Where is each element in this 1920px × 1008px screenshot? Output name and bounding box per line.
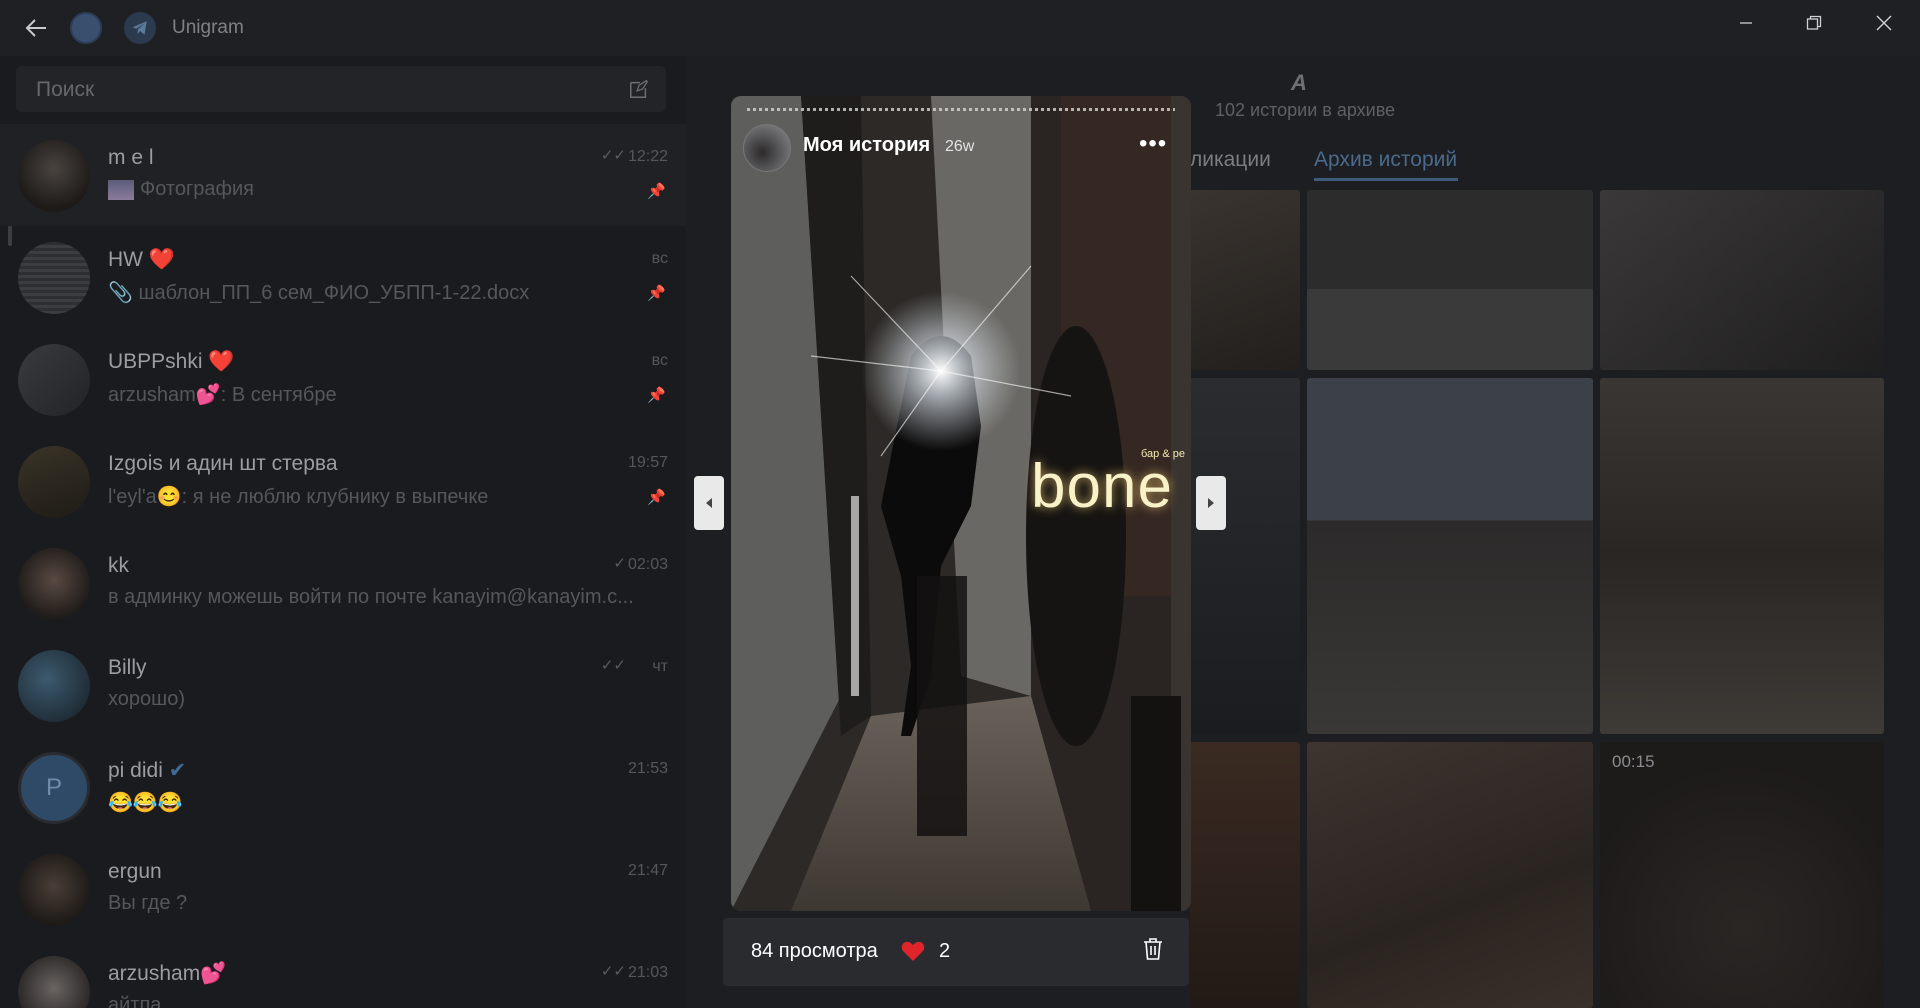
archive-icon: A	[1291, 70, 1307, 95]
heart-icon	[901, 940, 925, 967]
avatar	[18, 446, 90, 518]
delete-icon[interactable]	[1141, 936, 1165, 967]
chat-time: 21:53	[627, 760, 668, 777]
read-check-icon: ✓✓	[600, 963, 626, 980]
story-title: Моя история	[803, 134, 931, 156]
chat-item[interactable]: kk в админку можешь войти по почте kanay…	[0, 532, 686, 634]
read-check-icon: ✓✓	[600, 657, 626, 674]
chat-preview: arzusham💕: В сентябре	[108, 384, 337, 406]
chat-name: Billy	[108, 656, 147, 679]
restore-button[interactable]	[1780, 0, 1848, 46]
chat-name: Izgois и адин шт стерва	[108, 452, 338, 475]
archive-thumb[interactable]	[1307, 742, 1593, 1008]
chat-time: чт	[652, 658, 668, 675]
pin-icon: 📌	[647, 489, 666, 506]
tab-publications[interactable]: ликации	[1190, 148, 1271, 172]
avatar: P	[18, 752, 90, 824]
chat-name: pi didi ✔	[108, 759, 187, 782]
chat-item[interactable]: arzusham💕 айтпа ✓✓ 21:03	[0, 940, 686, 1008]
chat-preview: 📎 шаблон_ПП_6 сем_ФИО_УБПП-1-22.docx	[108, 282, 530, 304]
avatar	[18, 854, 90, 926]
chevron-left-icon	[706, 498, 712, 508]
avatar	[18, 650, 90, 722]
close-button[interactable]	[1850, 0, 1918, 46]
chat-preview: айтпа	[108, 994, 162, 1008]
chat-item[interactable]: ergun Вы где ? 21:47	[0, 838, 686, 940]
avatar	[18, 956, 90, 1008]
archive-thumb[interactable]	[1190, 742, 1300, 1008]
chat-name: m e l	[108, 146, 154, 169]
avatar	[743, 124, 791, 172]
video-duration: 00:15	[1612, 752, 1655, 771]
views-count[interactable]: 84 просмотра	[751, 940, 878, 963]
avatar	[18, 548, 90, 620]
photo-thumb-icon	[108, 179, 134, 200]
story-footer: 84 просмотра 2	[723, 918, 1189, 986]
chat-name: UBPPshki ❤️	[108, 350, 235, 373]
chat-time: 02:03	[627, 556, 668, 573]
chat-preview: в админку можешь войти по почте kanayim@…	[108, 586, 634, 608]
avatar	[18, 344, 90, 416]
archive-video-thumb[interactable]	[1600, 742, 1884, 1008]
chat-preview: хорошо)	[108, 688, 185, 710]
next-story-button[interactable]	[1196, 476, 1226, 530]
chat-time: вс	[651, 250, 668, 267]
chat-time: 12:22	[627, 148, 668, 165]
chat-name: ergun	[108, 860, 162, 883]
pin-icon: 📌	[647, 387, 666, 404]
chat-list-sidebar: Поиск m e l Фотография ✓✓ 12:22 📌 HW ❤️ …	[0, 56, 686, 1008]
chat-preview: Вы где ?	[108, 892, 188, 914]
chat-item[interactable]: Izgois и адин шт стерва l'eyl'a😊: я не л…	[0, 430, 686, 532]
title-bar: Unigram	[0, 0, 1920, 56]
telegram-logo-icon	[124, 12, 156, 44]
account-avatar[interactable]	[70, 12, 102, 44]
story-progress-bar	[747, 108, 1175, 111]
chat-item[interactable]: Billy хорошо) ✓✓ чт	[0, 634, 686, 736]
pin-icon: 📌	[647, 285, 666, 302]
story-viewer[interactable]: бар & ре bone Моя история 26w •••	[731, 96, 1191, 911]
active-tab-underline	[1314, 178, 1458, 181]
search-input[interactable]: Поиск	[36, 78, 94, 102]
pin-icon: 📌	[647, 183, 666, 200]
read-check-icon: ✓	[613, 555, 626, 572]
chat-item[interactable]: m e l Фотография ✓✓ 12:22 📌	[0, 124, 686, 226]
chat-name: HW ❤️	[108, 248, 175, 271]
archive-thumb[interactable]	[1600, 190, 1884, 370]
avatar	[18, 242, 90, 314]
sign-text: bone	[1031, 452, 1173, 521]
chevron-right-icon	[1208, 498, 1214, 508]
chat-preview: Фотография	[108, 178, 254, 201]
verified-icon: ✔	[168, 759, 187, 782]
story-age: 26w	[945, 138, 975, 155]
archive-thumb[interactable]	[1600, 378, 1884, 734]
chat-preview: 😂😂😂	[108, 792, 183, 814]
chat-name: kk	[108, 554, 129, 577]
chat-name: arzusham💕	[108, 962, 227, 985]
chat-time: вс	[651, 352, 668, 369]
likes-count: 2	[939, 940, 951, 962]
avatar	[18, 140, 90, 212]
back-icon[interactable]	[24, 16, 48, 40]
archive-thumb[interactable]	[1307, 190, 1593, 370]
read-check-icon: ✓✓	[600, 147, 626, 164]
previous-story-button[interactable]	[694, 476, 724, 530]
chat-item[interactable]: P pi didi ✔ 😂😂😂 21:53	[0, 736, 686, 838]
chat-preview: l'eyl'a😊: я не люблю клубнику в выпечке	[108, 486, 489, 508]
archive-count: 102 истории в архиве	[1215, 100, 1396, 120]
tab-story-archive[interactable]: Архив историй	[1314, 148, 1457, 172]
archive-thumb[interactable]	[1190, 190, 1300, 370]
minimize-button[interactable]	[1712, 0, 1780, 46]
archive-thumb[interactable]	[1307, 378, 1593, 734]
chat-time: 21:47	[627, 862, 668, 879]
compose-icon[interactable]	[628, 78, 650, 105]
chat-item[interactable]: HW ❤️ 📎 шаблон_ПП_6 сем_ФИО_УБПП-1-22.do…	[0, 226, 686, 328]
chat-item[interactable]: UBPPshki ❤️ arzusham💕: В сентябре вс 📌	[0, 328, 686, 430]
app-title: Unigram	[172, 17, 244, 38]
chat-time: 21:03	[627, 964, 668, 981]
archive-thumb[interactable]	[1190, 378, 1300, 734]
chat-time: 19:57	[627, 454, 668, 471]
search-box[interactable]: Поиск	[16, 66, 666, 112]
more-options-icon[interactable]: •••	[1139, 130, 1167, 158]
